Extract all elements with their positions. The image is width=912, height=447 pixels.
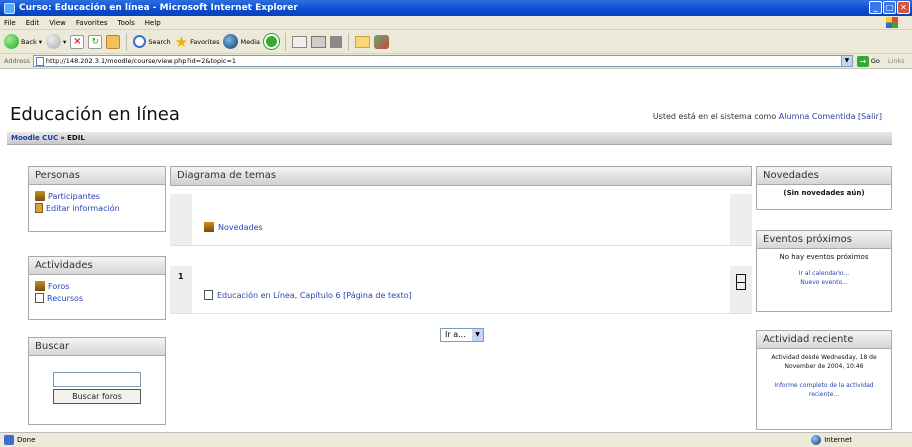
people-block: Personas Participantes Editar informació…	[28, 166, 166, 232]
search-block: Buscar Buscar foros	[28, 337, 166, 425]
forward-arrow-icon	[46, 34, 62, 49]
folder-button[interactable]	[355, 35, 371, 48]
address-label: Address	[4, 57, 30, 65]
page-viewport: Educación en línea Usted está en el sist…	[0, 70, 912, 432]
forum-icon	[204, 222, 214, 232]
recent-activity-text: Actividad desde Wednesday, 18 de Novembe…	[771, 354, 877, 370]
mail-button[interactable]	[292, 35, 308, 48]
menu-bar: File Edit View Favorites Tools Help	[0, 16, 912, 30]
new-event-link[interactable]: Nuevo evento...	[759, 278, 889, 287]
forums-link[interactable]: Foros	[35, 281, 159, 291]
breadcrumb-home-link[interactable]: Moodle CUC	[11, 134, 58, 142]
go-arrow-icon: →	[856, 55, 869, 67]
recent-activity-block-header: Actividad reciente	[757, 331, 891, 349]
window-controls: _ □ ✕	[869, 1, 910, 14]
menu-help[interactable]: Help	[145, 19, 161, 27]
page-icon	[35, 56, 44, 66]
windows-logo-icon	[886, 17, 898, 28]
news-block-header: Novedades	[757, 167, 891, 185]
refresh-button[interactable]: ↻	[88, 34, 103, 49]
chevron-down-icon: ▼	[472, 329, 483, 341]
topic-outline-header: Diagrama de temas	[170, 166, 752, 186]
events-block-header: Eventos próximos	[757, 231, 891, 249]
participants-link[interactable]: Participantes	[35, 191, 159, 201]
edit-profile-link[interactable]: Editar información	[35, 203, 159, 213]
media-icon	[223, 34, 239, 49]
favorites-button[interactable]: ★ Favorites	[174, 32, 220, 51]
menu-file[interactable]: File	[4, 19, 16, 27]
forward-button[interactable]: ▾	[46, 34, 66, 49]
breadcrumb-current: EDIL	[67, 134, 85, 142]
menu-tools[interactable]: Tools	[118, 19, 135, 27]
page-done-icon	[4, 435, 14, 445]
toolbar-separator	[126, 32, 128, 51]
chapter-page-link[interactable]: Educación en Línea, Capítulo 6 [Página d…	[204, 290, 412, 300]
stop-button[interactable]: ×	[70, 34, 85, 49]
show-one-section-icon[interactable]	[736, 274, 746, 290]
events-block: Eventos próximos No hay eventos próximos…	[756, 230, 892, 312]
calendar-link[interactable]: Ir al calendario...	[759, 269, 889, 278]
address-input[interactable]: http://148.202.3.1/moodle/course/view.ph…	[32, 55, 853, 67]
toolbar-separator	[285, 32, 287, 51]
go-button[interactable]: → Go	[856, 55, 880, 67]
section-1: 1 Educación en Línea, Capítulo 6 [Página…	[170, 266, 752, 314]
star-icon: ★	[174, 32, 189, 51]
recent-activity-block: Actividad reciente Actividad desde Wedne…	[756, 330, 892, 430]
maximize-button[interactable]: □	[883, 1, 896, 14]
internet-explorer-icon	[4, 2, 15, 14]
back-button[interactable]: Back ▾	[4, 34, 42, 49]
full-activity-report-link[interactable]: Informe completo de la actividad recient…	[759, 381, 889, 399]
search-icon	[133, 35, 147, 48]
section-number: 1	[178, 272, 184, 281]
edit-button[interactable]	[330, 35, 343, 48]
resources-link[interactable]: Recursos	[35, 293, 159, 303]
text-page-icon	[204, 290, 213, 300]
section-0: Novedades	[170, 194, 752, 246]
edit-profile-icon	[35, 203, 43, 213]
back-arrow-icon	[4, 34, 19, 49]
search-forums-button[interactable]: Buscar foros	[53, 389, 141, 404]
menu-favorites[interactable]: Favorites	[76, 19, 108, 27]
search-block-header: Buscar	[29, 338, 165, 356]
activities-block-header: Actividades	[29, 257, 165, 275]
address-dropdown-button[interactable]: ▼	[840, 56, 852, 66]
logout-link[interactable]: [Salir]	[858, 112, 882, 121]
menu-view[interactable]: View	[49, 19, 66, 27]
status-bar: Done Internet	[0, 432, 912, 447]
user-profile-link[interactable]: Alumna Comentida	[779, 112, 856, 121]
minimize-button[interactable]: _	[869, 1, 882, 14]
address-url: http://148.202.3.1/moodle/course/view.ph…	[45, 57, 237, 65]
jump-to-select[interactable]: Ir a... ▼	[440, 328, 484, 342]
people-block-header: Personas	[29, 167, 165, 185]
no-events-text: No hay eventos próximos	[779, 253, 869, 261]
security-zone: Internet	[811, 435, 852, 445]
home-button[interactable]	[106, 34, 121, 49]
address-bar: Address http://148.202.3.1/moodle/course…	[0, 54, 912, 69]
resource-icon	[35, 293, 44, 303]
status-text: Done	[17, 436, 36, 444]
breadcrumb: Moodle CUC » EDIL	[7, 132, 892, 145]
history-button[interactable]	[264, 34, 280, 49]
links-button[interactable]: Links	[888, 57, 905, 65]
window-title: Curso: Educación en línea - Microsoft In…	[19, 3, 298, 13]
news-empty-text: (Sin novedades aún)	[783, 189, 865, 197]
participants-icon	[35, 191, 45, 201]
print-button[interactable]	[311, 35, 327, 48]
media-button[interactable]: Media	[223, 34, 260, 49]
page-title: Educación en línea	[10, 104, 180, 125]
menu-edit[interactable]: Edit	[26, 19, 40, 27]
internet-zone-icon	[811, 435, 822, 445]
window-titlebar: Curso: Educación en línea - Microsoft In…	[0, 0, 912, 16]
messenger-button[interactable]	[374, 34, 390, 49]
forum-icon	[35, 281, 45, 291]
news-block: Novedades (Sin novedades aún)	[756, 166, 892, 210]
standard-toolbar: Back ▾ ▾ × ↻ Search ★ Favorites Media	[0, 30, 912, 54]
forum-search-input[interactable]	[53, 372, 141, 387]
close-button[interactable]: ✕	[897, 1, 910, 14]
activities-block: Actividades Foros Recursos	[28, 256, 166, 320]
news-forum-link[interactable]: Novedades	[204, 222, 263, 232]
search-button[interactable]: Search	[133, 35, 171, 48]
toolbar-separator	[348, 32, 350, 51]
login-info: Usted está en el sistema como Alumna Com…	[652, 112, 882, 121]
